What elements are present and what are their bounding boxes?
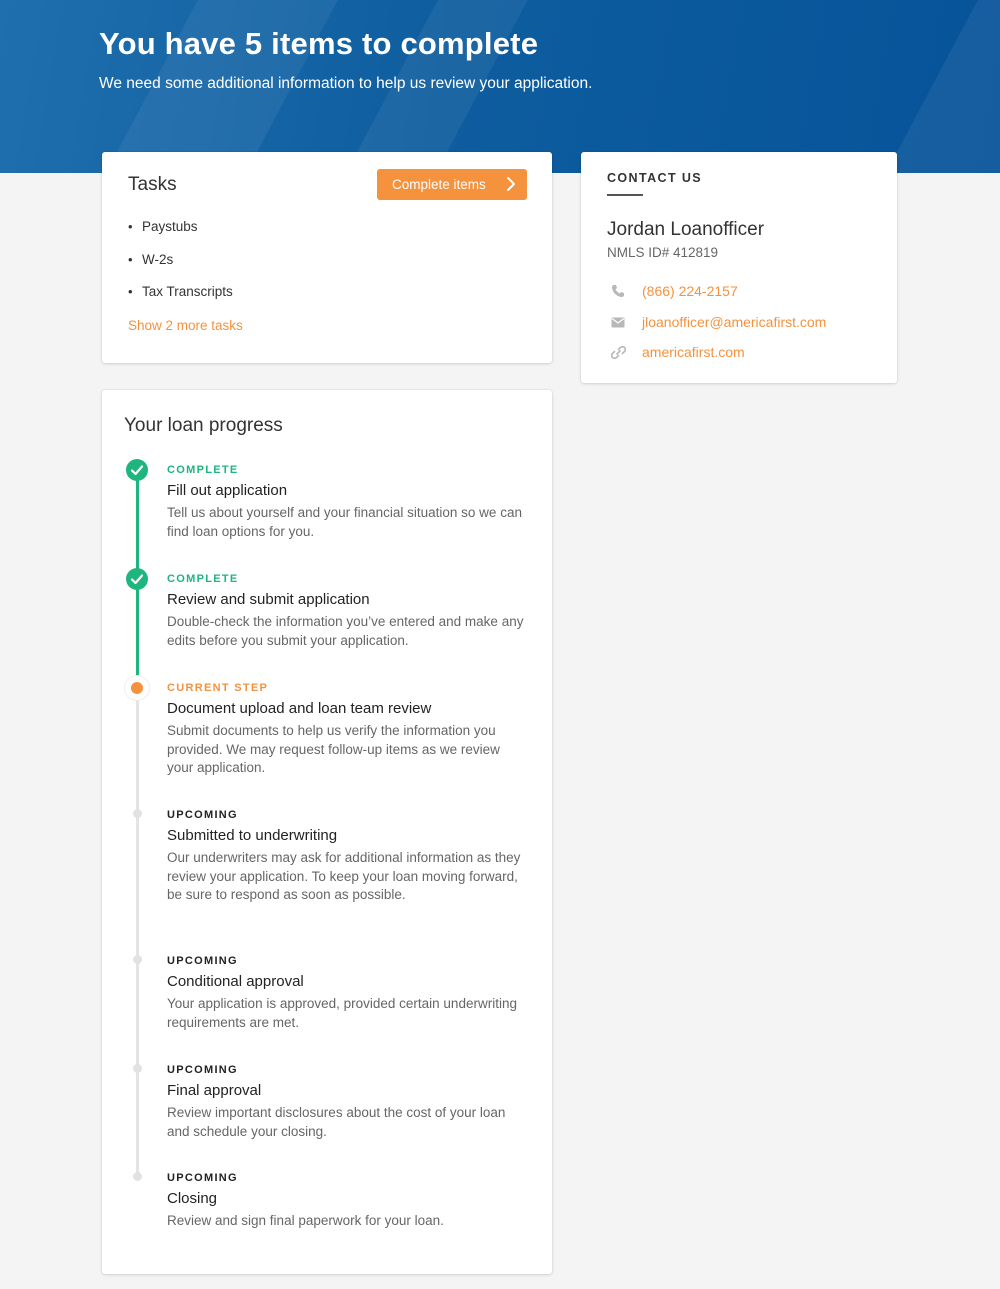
task-item-label: Paystubs — [142, 219, 198, 234]
step-title: Conditional approval — [167, 973, 304, 990]
step-upcoming-marker — [133, 809, 142, 818]
step-description: Submit documents to help us verify the i… — [167, 723, 500, 776]
task-item: • W-2s — [128, 251, 174, 267]
chevron-right-icon — [507, 177, 515, 191]
step-status: UPCOMING — [167, 809, 238, 821]
progress-step: COMPLETE Review and submit application D… — [167, 573, 527, 650]
step-upcoming-marker — [133, 955, 142, 964]
check-icon — [130, 465, 144, 476]
contact-email-row: jloanofficer@americafirst.com — [607, 312, 826, 332]
contact-heading: CONTACT US — [607, 171, 703, 185]
envelope-icon — [611, 317, 625, 327]
progress-step: UPCOMING Conditional approval Your appli… — [167, 955, 527, 1032]
task-item-label: W-2s — [142, 251, 174, 267]
step-status: UPCOMING — [167, 955, 238, 967]
link-icon — [611, 345, 626, 359]
step-status: CURRENT STEP — [167, 682, 269, 694]
progress-step: CURRENT STEP Document upload and loan te… — [167, 682, 527, 778]
step-status: UPCOMING — [167, 1064, 238, 1076]
contact-heading-underline — [607, 194, 643, 196]
contact-phone-row: (866) 224-2157 — [607, 281, 738, 301]
contact-email-link[interactable]: jloanofficer@americafirst.com — [642, 314, 826, 330]
complete-items-label: Complete items — [392, 177, 486, 192]
step-description: Our underwriters may ask for additional … — [167, 850, 521, 903]
loan-progress-card: Your loan progress COMPLETE Fill out app… — [102, 390, 552, 1274]
step-complete-marker — [126, 459, 148, 481]
step-title: Fill out application — [167, 482, 288, 499]
page-subtitle: We need some additional information to h… — [99, 75, 593, 92]
contact-phone-link[interactable]: (866) 224-2157 — [642, 283, 738, 299]
timeline-track-upcoming — [136, 688, 139, 1176]
step-complete-marker — [126, 568, 148, 590]
contact-website-link[interactable]: americafirst.com — [642, 344, 745, 360]
contact-card: CONTACT US Jordan Loanofficer NMLS ID# 4… — [581, 152, 897, 383]
step-description: Review important disclosures about the c… — [167, 1105, 506, 1139]
step-upcoming-marker — [133, 1064, 142, 1073]
step-status: COMPLETE — [167, 464, 239, 476]
step-description: Review and sign final paperwork for your… — [167, 1213, 444, 1228]
progress-step: UPCOMING Closing Review and sign final p… — [167, 1172, 527, 1231]
task-list: • Paystubs • W-2s • Tax Transcripts — [128, 219, 233, 317]
progress-step: UPCOMING Final approval Review important… — [167, 1064, 527, 1141]
complete-items-button[interactable]: Complete items — [377, 169, 527, 200]
step-description: Your application is approved, provided c… — [167, 996, 517, 1030]
tasks-card: Tasks Complete items • Paystubs • W-2s • Ta… — [102, 152, 552, 363]
contact-nmls-id: NMLS ID# 412819 — [607, 245, 719, 260]
task-item: • Paystubs — [128, 219, 198, 234]
step-title: Final approval — [167, 1082, 262, 1099]
task-item: • Tax Transcripts — [128, 284, 233, 299]
step-title: Closing — [167, 1190, 218, 1207]
page-title: You have 5 items to complete — [99, 26, 539, 61]
step-description: Double-check the information you’ve ente… — [167, 614, 524, 648]
phone-icon — [612, 285, 624, 297]
progress-step: UPCOMING Submitted to underwriting Our u… — [167, 809, 527, 905]
step-title: Document upload and loan team review — [167, 700, 432, 717]
tasks-title: Tasks — [128, 174, 177, 195]
step-title: Review and submit application — [167, 591, 370, 608]
task-item-label: Tax Transcripts — [142, 284, 233, 299]
step-upcoming-marker — [133, 1172, 142, 1181]
hero-banner: You have 5 items to complete We need som… — [0, 0, 1000, 173]
progress-step: COMPLETE Fill out application Tell us ab… — [167, 464, 527, 541]
step-title: Submitted to underwriting — [167, 827, 338, 844]
step-description: Tell us about yourself and your financia… — [167, 505, 522, 539]
hero-stripe-decoration — [860, 0, 1000, 173]
check-icon — [130, 574, 144, 585]
show-more-tasks-link[interactable]: Show 2 more tasks — [128, 318, 243, 333]
contact-website-row: americafirst.com — [607, 342, 745, 362]
contact-name: Jordan Loanofficer — [607, 219, 765, 240]
step-current-marker — [125, 676, 149, 700]
step-status: COMPLETE — [167, 573, 239, 585]
loan-progress-title: Your loan progress — [124, 415, 283, 436]
step-status: UPCOMING — [167, 1172, 238, 1184]
